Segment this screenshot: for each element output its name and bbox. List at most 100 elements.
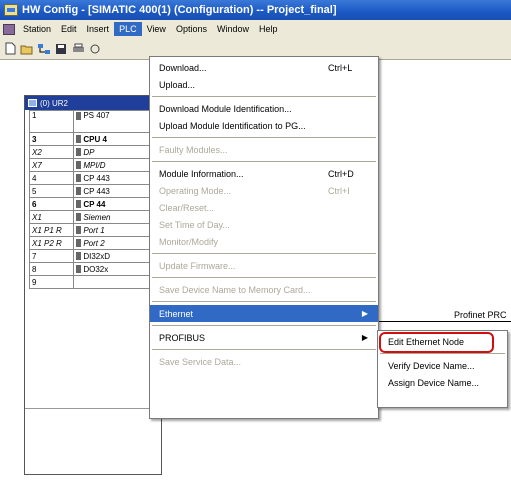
rack-row[interactable]: 8 DO32x [28, 262, 155, 276]
rack-row[interactable]: 1 PS 407 [28, 110, 155, 133]
submenu-item-verify-device-name[interactable]: Verify Device Name... [378, 357, 507, 374]
rack-module-name: DP [83, 147, 95, 157]
submenu-item-assign-device-name[interactable]: Assign Device Name... [378, 374, 507, 391]
module-icon [76, 187, 82, 196]
menu-item-label: Upload... [159, 79, 196, 90]
rack-row[interactable]: X7 MPI/D [28, 158, 155, 172]
module-icon [76, 252, 82, 261]
menu-separator [152, 137, 376, 138]
rack-module-cell[interactable]: Port 1 [73, 223, 155, 237]
rack-slot-number: 4 [28, 171, 75, 185]
module-icon [76, 174, 82, 183]
submenu-arrow-icon: ▶ [361, 309, 368, 318]
rack-module-name: MPI/D [83, 160, 106, 170]
menu-help[interactable]: Help [254, 22, 283, 36]
menu-item-operating-mode[interactable]: Operating Mode... Ctrl+I [150, 182, 378, 199]
rack-module-cell[interactable]: DO32x [73, 262, 155, 276]
menu-separator [152, 96, 376, 97]
menu-item-label: Operating Mode... [159, 185, 232, 196]
rack-module-cell[interactable]: Port 2 [73, 236, 155, 250]
menu-item-download[interactable]: Download... Ctrl+L [150, 59, 378, 76]
open-icon[interactable] [20, 42, 34, 56]
rack-title-bar: (0) UR2 [25, 96, 161, 110]
save-icon[interactable] [54, 42, 68, 56]
menu-item-profibus[interactable]: PROFIBUS ▶ [150, 329, 378, 346]
profinet-label: Profinet PRC [454, 310, 507, 320]
rack-row[interactable]: 3 CPU 4 [28, 132, 155, 146]
rack-module-cell[interactable]: MPI/D [73, 158, 155, 172]
menu-edit[interactable]: Edit [56, 22, 82, 36]
rack-icon [28, 99, 37, 107]
menu-item-upload-module-identification-to-pg[interactable]: Upload Module Identification to PG... [150, 117, 378, 134]
menu-plc[interactable]: PLC [114, 22, 142, 36]
rack-module-name: DI32xD [83, 251, 111, 261]
compile-icon[interactable] [88, 42, 102, 56]
rack-module-cell[interactable]: CP 443 [73, 171, 155, 185]
menu-item-ethernet[interactable]: Ethernet ▶ [150, 305, 378, 322]
rack-window[interactable]: (0) UR2 1 PS 407 3 CPU 4 X2 DP X7 MPI/D 4 CP 443 5… [24, 95, 162, 475]
rack-slot-number: X7 [28, 158, 75, 172]
menu-separator [152, 161, 376, 162]
hw-config-app-icon [4, 4, 18, 16]
rack-row[interactable]: X2 DP [28, 145, 155, 159]
new-icon[interactable] [3, 42, 17, 56]
menu-view[interactable]: View [142, 22, 171, 36]
rack-module-cell[interactable]: PS 407 [73, 110, 155, 133]
rack-slot-number: 3 [28, 132, 75, 146]
rack-module-name: CPU 4 [83, 134, 107, 144]
rack-row[interactable]: X1 P1 R Port 1 [28, 223, 155, 237]
rack-slot-number: 1 [28, 110, 75, 133]
rack-row[interactable]: X1 P2 R Port 2 [28, 236, 155, 250]
menu-item-label: Download... [159, 62, 207, 73]
module-icon [76, 161, 82, 170]
menu-item-update-firmware[interactable]: Update Firmware... [150, 257, 378, 274]
menu-item-module-information[interactable]: Module Information... Ctrl+D [150, 165, 378, 182]
rack-row[interactable]: 4 CP 443 [28, 171, 155, 185]
menu-insert[interactable]: Insert [82, 22, 115, 36]
station-document-icon[interactable] [3, 23, 15, 35]
rack-slot-number: X1 P1 R [28, 223, 75, 237]
menu-item-save-device-name-to-memory-card[interactable]: Save Device Name to Memory Card... [150, 281, 378, 298]
rack-module-cell[interactable]: DI32xD [73, 249, 155, 263]
edit-ethernet-node-highlight [379, 332, 494, 353]
menu-options[interactable]: Options [171, 22, 212, 36]
menu-window[interactable]: Window [212, 22, 254, 36]
rack-slot-number: X2 [28, 145, 75, 159]
rack-row[interactable]: 6 CP 44 [28, 197, 155, 211]
rack-module-cell[interactable]: CPU 4 [73, 132, 155, 146]
menu-item-shortcut: Ctrl+D [328, 168, 354, 179]
network-icon[interactable] [37, 42, 51, 56]
rack-slot-number: 9 [28, 275, 75, 289]
menu-item-label: Ethernet [159, 308, 194, 319]
rack-module-name: PS 407 [83, 111, 110, 121]
menu-item-download-module-identification[interactable]: Download Module Identification... [150, 100, 378, 117]
menu-station[interactable]: Station [18, 22, 56, 36]
rack-title: (0) UR2 [40, 98, 69, 108]
menu-item-shortcut: Ctrl+I [328, 185, 350, 196]
rack-module-cell[interactable]: DP [73, 145, 155, 159]
rack-row[interactable]: 7 DI32xD [28, 249, 155, 263]
menu-item-save-service-data[interactable]: Save Service Data... [150, 353, 378, 370]
rack-row[interactable]: 5 CP 443 [28, 184, 155, 198]
menu-item-faulty-modules[interactable]: Faulty Modules... [150, 141, 378, 158]
profinet-bus-line[interactable] [378, 321, 511, 322]
menu-item-label: Save Device Name to Memory Card... [159, 284, 311, 295]
module-icon [76, 111, 82, 120]
rack-module-cell[interactable]: Siemen [73, 210, 155, 224]
rack-module-cell[interactable]: CP 44 [73, 197, 155, 211]
menu-item-upload[interactable]: Upload... [150, 76, 378, 93]
menu-item-monitor-modify[interactable]: Monitor/Modify [150, 233, 378, 250]
menu-item-label: PROFIBUS [159, 332, 206, 343]
menu-bar: Station Edit Insert PLC View Options Win… [0, 20, 511, 38]
print-icon[interactable] [71, 42, 85, 56]
rack-module-cell[interactable]: CP 443 [73, 184, 155, 198]
menu-item-clear-reset[interactable]: Clear/Reset... [150, 199, 378, 216]
module-icon [76, 213, 82, 222]
rack-row[interactable]: 9 [28, 275, 155, 289]
menu-separator [152, 349, 376, 350]
menu-item-set-time-of-day[interactable]: Set Time of Day... [150, 216, 378, 233]
menu-separator [152, 301, 376, 302]
rack-row[interactable]: X1 Siemen [28, 210, 155, 224]
menu-item-label: Monitor/Modify [159, 236, 219, 247]
rack-module-cell[interactable] [73, 275, 155, 289]
